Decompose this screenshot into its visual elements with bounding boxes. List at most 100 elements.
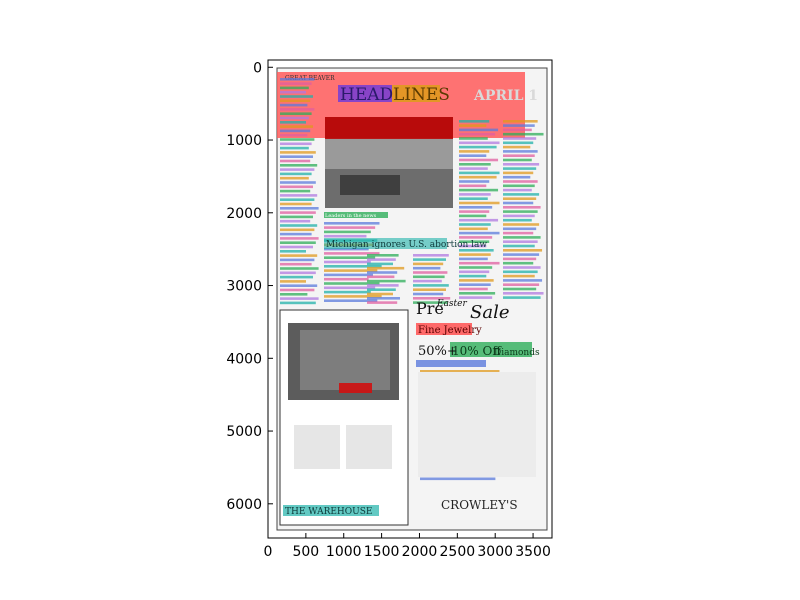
- text-line: [503, 296, 541, 299]
- text-line: [280, 112, 312, 115]
- text-line: [503, 154, 535, 157]
- text-line: [459, 193, 491, 196]
- text-line: [459, 227, 488, 231]
- text-line: [459, 218, 499, 222]
- text-line: [280, 237, 319, 240]
- top-photo-detail: [340, 175, 400, 195]
- text-line: [280, 142, 312, 146]
- text-line: [280, 99, 311, 103]
- text-line: [459, 150, 490, 153]
- text-line: [503, 261, 534, 265]
- text-line: [503, 171, 534, 175]
- text-line: [324, 226, 376, 229]
- text-line: [503, 287, 537, 291]
- text-line: [503, 257, 537, 261]
- x-tick-label-2: 1000: [326, 544, 362, 560]
- x-tick-label-3: 1500: [364, 544, 400, 560]
- headline-word-2: LINES: [393, 85, 450, 105]
- text-line: [367, 254, 399, 257]
- text-line: [280, 108, 315, 111]
- article-heading: Michigan ignores U.S. abortion law: [326, 240, 487, 250]
- text-line: [503, 240, 538, 243]
- text-line: [459, 231, 500, 235]
- text-line: [324, 222, 380, 225]
- x-tick-label-0: 0: [264, 544, 273, 560]
- text-line: [503, 184, 535, 188]
- text-line: [459, 145, 497, 149]
- text-line: [503, 266, 541, 269]
- right-ad-line-box: [416, 360, 486, 367]
- right-ad-subtitle: Fine Jewelry: [418, 325, 482, 336]
- text-line: [280, 82, 312, 85]
- text-line: [280, 262, 312, 266]
- text-line: [280, 129, 311, 133]
- y-tick-label-1: 1000: [226, 133, 262, 149]
- text-line: [413, 258, 446, 261]
- text-line: [420, 477, 496, 481]
- text-line: [324, 230, 371, 234]
- left-ad-photo-detail: [300, 330, 390, 390]
- left-ad-coupon-2: [346, 425, 392, 469]
- text-line: [503, 249, 543, 252]
- text-line: [503, 188, 532, 192]
- x-tick-label-6: 3000: [477, 544, 513, 560]
- text-line: [280, 90, 306, 94]
- text-line: [459, 184, 487, 188]
- text-line: [503, 210, 538, 213]
- text-line: [459, 132, 496, 136]
- text-line: [280, 159, 311, 163]
- text-line: [503, 279, 543, 282]
- text-line: [280, 198, 315, 201]
- text-line: [503, 227, 537, 231]
- text-line: [459, 257, 488, 261]
- text-line: [280, 164, 318, 167]
- text-line: [280, 301, 316, 305]
- text-line: [324, 277, 369, 281]
- text-line: [280, 250, 306, 253]
- text-line: [503, 197, 537, 200]
- text-line: [324, 290, 371, 294]
- caption-1: Leaders in the news: [325, 213, 377, 219]
- right-ad-title-2: Easter: [436, 299, 467, 309]
- text-line: [280, 254, 318, 257]
- text-line: [280, 288, 315, 292]
- text-line: [280, 219, 311, 223]
- text-line: [280, 275, 313, 279]
- text-line: [503, 274, 535, 278]
- right-ad-brand: CROWLEY'S: [441, 498, 518, 512]
- text-line: [280, 176, 309, 180]
- text-line: [503, 223, 540, 226]
- text-line: [280, 181, 316, 184]
- text-line: [503, 163, 540, 166]
- text-line: [459, 292, 496, 295]
- text-line: [503, 158, 532, 162]
- text-line: [459, 158, 499, 162]
- left-ad-coupon-1: [294, 425, 340, 469]
- text-line: [413, 292, 444, 296]
- text-line: [459, 210, 490, 213]
- text-line: [459, 197, 488, 200]
- y-tick-label-5: 5000: [226, 424, 262, 440]
- masthead-date: APRIL 1: [473, 88, 538, 104]
- text-line: [280, 95, 313, 98]
- text-line: [503, 270, 538, 274]
- text-line: [280, 151, 316, 154]
- text-line: [280, 86, 309, 90]
- text-line: [280, 146, 309, 150]
- text-line: [367, 271, 398, 274]
- x-tick-label-7: 3500: [515, 544, 551, 560]
- text-line: [367, 301, 398, 304]
- text-line: [280, 155, 313, 158]
- text-line: [503, 231, 534, 235]
- text-line: [503, 180, 538, 183]
- text-line: [280, 168, 315, 171]
- text-line: [413, 254, 449, 257]
- x-tick-label-5: 2500: [440, 544, 476, 560]
- text-line: [503, 167, 537, 170]
- x-tick-label-1: 500: [292, 544, 319, 560]
- text-line: [280, 284, 318, 287]
- left-ad-photo-box: [339, 383, 372, 393]
- text-line: [503, 128, 532, 132]
- plot-area: GREAT BEAVER HEAD LINES APRIL 1 Leaders …: [267, 59, 553, 539]
- text-line: [367, 262, 393, 266]
